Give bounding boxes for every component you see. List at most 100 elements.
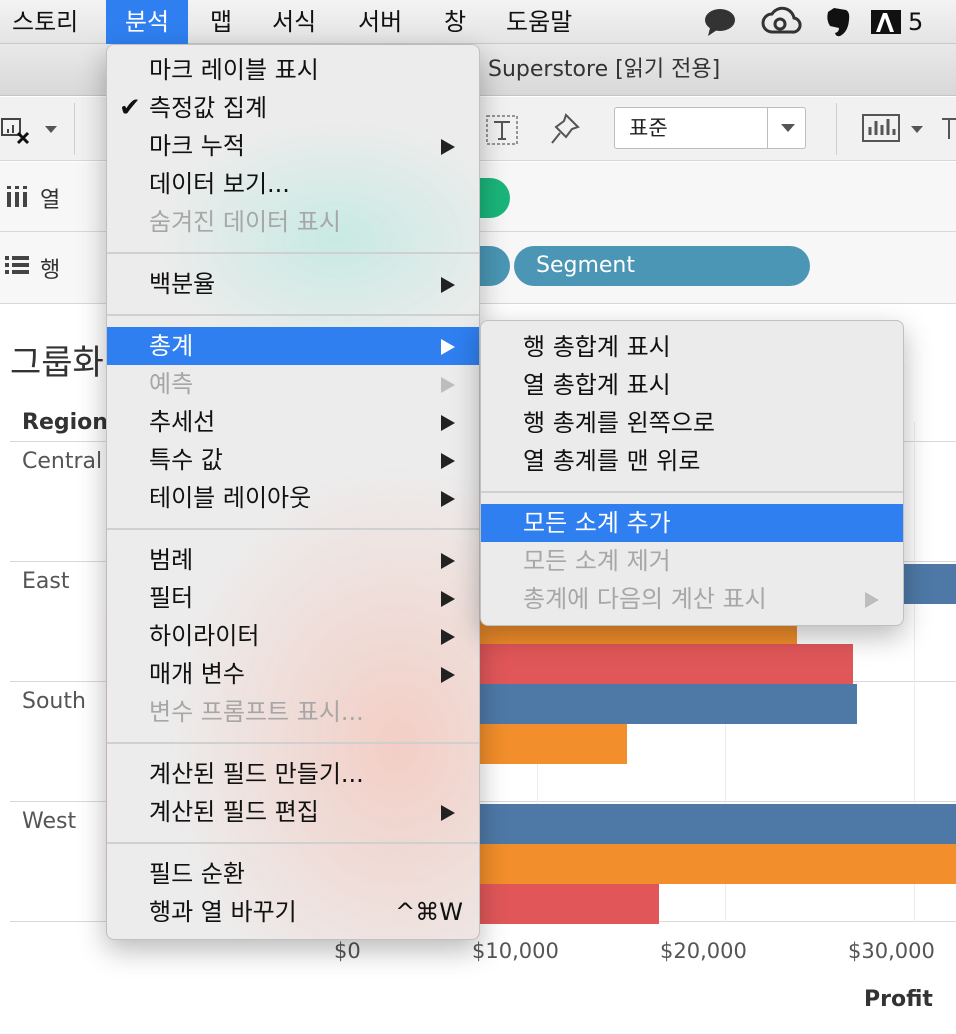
- analysis-menu-item-label: 행과 열 바꾸기: [149, 898, 297, 926]
- analysis-menu-item-9: 예측: [107, 365, 479, 403]
- analysis-menu-item-18: 변수 프롬프트 표시...: [107, 693, 479, 731]
- menu-separator: [107, 528, 479, 530]
- menu-window[interactable]: 창: [444, 0, 466, 44]
- analysis-menu-item-label: 계산된 필드 만들기...: [149, 760, 364, 788]
- analysis-menu-item-24[interactable]: 행과 열 바꾸기 ^⌘W: [107, 893, 479, 931]
- analysis-menu-item-4: 숨겨진 데이터 표시: [107, 203, 479, 241]
- menu-analysis[interactable]: 분석: [106, 0, 188, 44]
- present-mode-icon[interactable]: [940, 115, 956, 143]
- totals-submenu-item-label: 행 총계를 왼쪽으로: [523, 409, 715, 437]
- analysis-menu-item-label: 마크 누적: [149, 132, 245, 160]
- submenu-arrow-icon: [865, 592, 879, 608]
- toolbar-separator: [74, 103, 75, 155]
- text-label-icon[interactable]: [486, 115, 518, 145]
- sheet-title: 그룹화: [10, 343, 104, 383]
- totals-submenu-item-label: 행 총합계 표시: [523, 333, 671, 361]
- totals-submenu-item-label: 열 총계를 맨 위로: [523, 447, 701, 475]
- analysis-menu-item-label: 변수 프롬프트 표시...: [149, 698, 364, 726]
- axis-title: Profit: [864, 987, 933, 1012]
- submenu-arrow-icon: [441, 805, 455, 821]
- axis-tick-label: $0: [334, 939, 361, 963]
- menu-help[interactable]: 도움말: [506, 0, 572, 44]
- rows-segment-pill[interactable]: Segment: [514, 246, 810, 286]
- analysis-menu-item-label: 데이터 보기...: [149, 170, 290, 198]
- analysis-menu-item-label: 측정값 집계: [149, 94, 268, 122]
- totals-submenu-item-7: 총계에 다음의 계산 표시: [481, 580, 903, 618]
- region-label-east: East: [22, 569, 70, 594]
- analysis-menu-item-12[interactable]: 테이블 레이아웃: [107, 479, 479, 517]
- submenu-arrow-icon: [441, 491, 455, 507]
- analysis-menu-item-label: 마크 레이블 표시: [149, 56, 319, 84]
- analysis-menu-item-10[interactable]: 추세선: [107, 403, 479, 441]
- submenu-arrow-icon: [441, 139, 455, 155]
- analysis-menu-item-6[interactable]: 백분율: [107, 265, 479, 303]
- axis-tick-label: $20,000: [660, 939, 747, 963]
- columns-shelf-label: 열: [40, 188, 61, 213]
- analysis-menu-item-label: 하이라이터: [149, 622, 260, 650]
- columns-icon: [7, 186, 27, 207]
- totals-submenu-item-5[interactable]: 모든 소계 추가: [481, 504, 903, 542]
- mark-type-select[interactable]: 표준: [614, 107, 806, 149]
- analysis-menu-item-label: 숨겨진 데이터 표시: [149, 208, 341, 236]
- region-label-west: West: [22, 809, 77, 834]
- totals-submenu-item-3[interactable]: 열 총계를 맨 위로: [481, 442, 903, 480]
- region-label-central: Central: [22, 449, 103, 474]
- totals-submenu-item-label: 모든 소계 추가: [523, 509, 671, 537]
- submenu-arrow-icon: [441, 277, 455, 293]
- analysis-menu-item-15[interactable]: 필터: [107, 579, 479, 617]
- evernote-icon[interactable]: [822, 6, 852, 38]
- submenu-arrow-icon: [441, 453, 455, 469]
- analysis-menu-item-label: 범례: [149, 546, 194, 574]
- analysis-menu-item-label: 특수 값: [149, 446, 223, 474]
- analysis-menu-item-21[interactable]: 계산된 필드 편집: [107, 793, 479, 831]
- rows-shelf-label: 행: [40, 258, 61, 283]
- analysis-menu-item-8[interactable]: 총계: [107, 327, 479, 365]
- analysis-menu-item-16[interactable]: 하이라이터: [107, 617, 479, 655]
- totals-submenu-item-label: 모든 소계 제거: [523, 547, 671, 575]
- analysis-menu-item-14[interactable]: 범례: [107, 541, 479, 579]
- pin-icon[interactable]: [550, 113, 580, 145]
- menu-story[interactable]: 스토리: [12, 0, 78, 44]
- menu-separator: [107, 252, 479, 254]
- analysis-menu-item-1[interactable]: ✔ 측정값 집계: [107, 89, 479, 127]
- submenu-arrow-icon: [441, 339, 455, 355]
- chat-bubble-icon[interactable]: [702, 6, 738, 38]
- analysis-menu-item-label: 예측: [149, 370, 194, 398]
- analysis-menu-item-label: 필드 순환: [149, 860, 245, 888]
- totals-submenu-item-label: 총계에 다음의 계산 표시: [523, 585, 767, 613]
- submenu-arrow-icon: [441, 591, 455, 607]
- clear-sheet-icon[interactable]: [0, 113, 34, 145]
- analysis-menu-item-20[interactable]: 계산된 필드 만들기...: [107, 755, 479, 793]
- show-me-icon[interactable]: [862, 113, 902, 143]
- shortcut-label: ^⌘W: [395, 898, 463, 926]
- rows-icon: [5, 256, 29, 274]
- menu-format[interactable]: 서식: [272, 0, 316, 44]
- analysis-menu-item-0[interactable]: 마크 레이블 표시: [107, 51, 479, 89]
- analysis-menu-item-label: 필터: [149, 584, 194, 612]
- analysis-menu-item-2[interactable]: 마크 누적: [107, 127, 479, 165]
- region-label-south: South: [22, 689, 86, 714]
- submenu-arrow-icon: [441, 667, 455, 683]
- axis-tick-label: $10,000: [472, 939, 559, 963]
- menu-separator: [481, 491, 903, 493]
- analysis-menu-item-label: 매개 변수: [149, 660, 245, 688]
- analysis-menu-item-17[interactable]: 매개 변수: [107, 655, 479, 693]
- analysis-menu-item-23[interactable]: 필드 순환: [107, 855, 479, 893]
- mark-type-value: 표준: [629, 116, 668, 140]
- adobe-icon[interactable]: [870, 6, 902, 38]
- chevron-down-icon[interactable]: [44, 125, 58, 135]
- totals-submenu-item-0[interactable]: 행 총합계 표시: [481, 328, 903, 366]
- creative-cloud-icon[interactable]: [760, 6, 804, 38]
- chevron-down-icon[interactable]: [910, 125, 924, 135]
- window-title: Superstore [읽기 전용]: [488, 57, 721, 82]
- menu-server[interactable]: 서버: [358, 0, 402, 44]
- menu-separator: [107, 314, 479, 316]
- analysis-menu-item-3[interactable]: 데이터 보기...: [107, 165, 479, 203]
- totals-submenu-item-6: 모든 소계 제거: [481, 542, 903, 580]
- totals-submenu-item-2[interactable]: 행 총계를 왼쪽으로: [481, 404, 903, 442]
- analysis-menu-item-label: 테이블 레이아웃: [149, 484, 312, 512]
- menu-map[interactable]: 맵: [210, 0, 232, 44]
- analysis-menu-item-11[interactable]: 특수 값: [107, 441, 479, 479]
- totals-submenu-item-1[interactable]: 열 총합계 표시: [481, 366, 903, 404]
- menu-bar: 스토리 분석 맵 서식 서버 창 도움말 5: [0, 0, 956, 44]
